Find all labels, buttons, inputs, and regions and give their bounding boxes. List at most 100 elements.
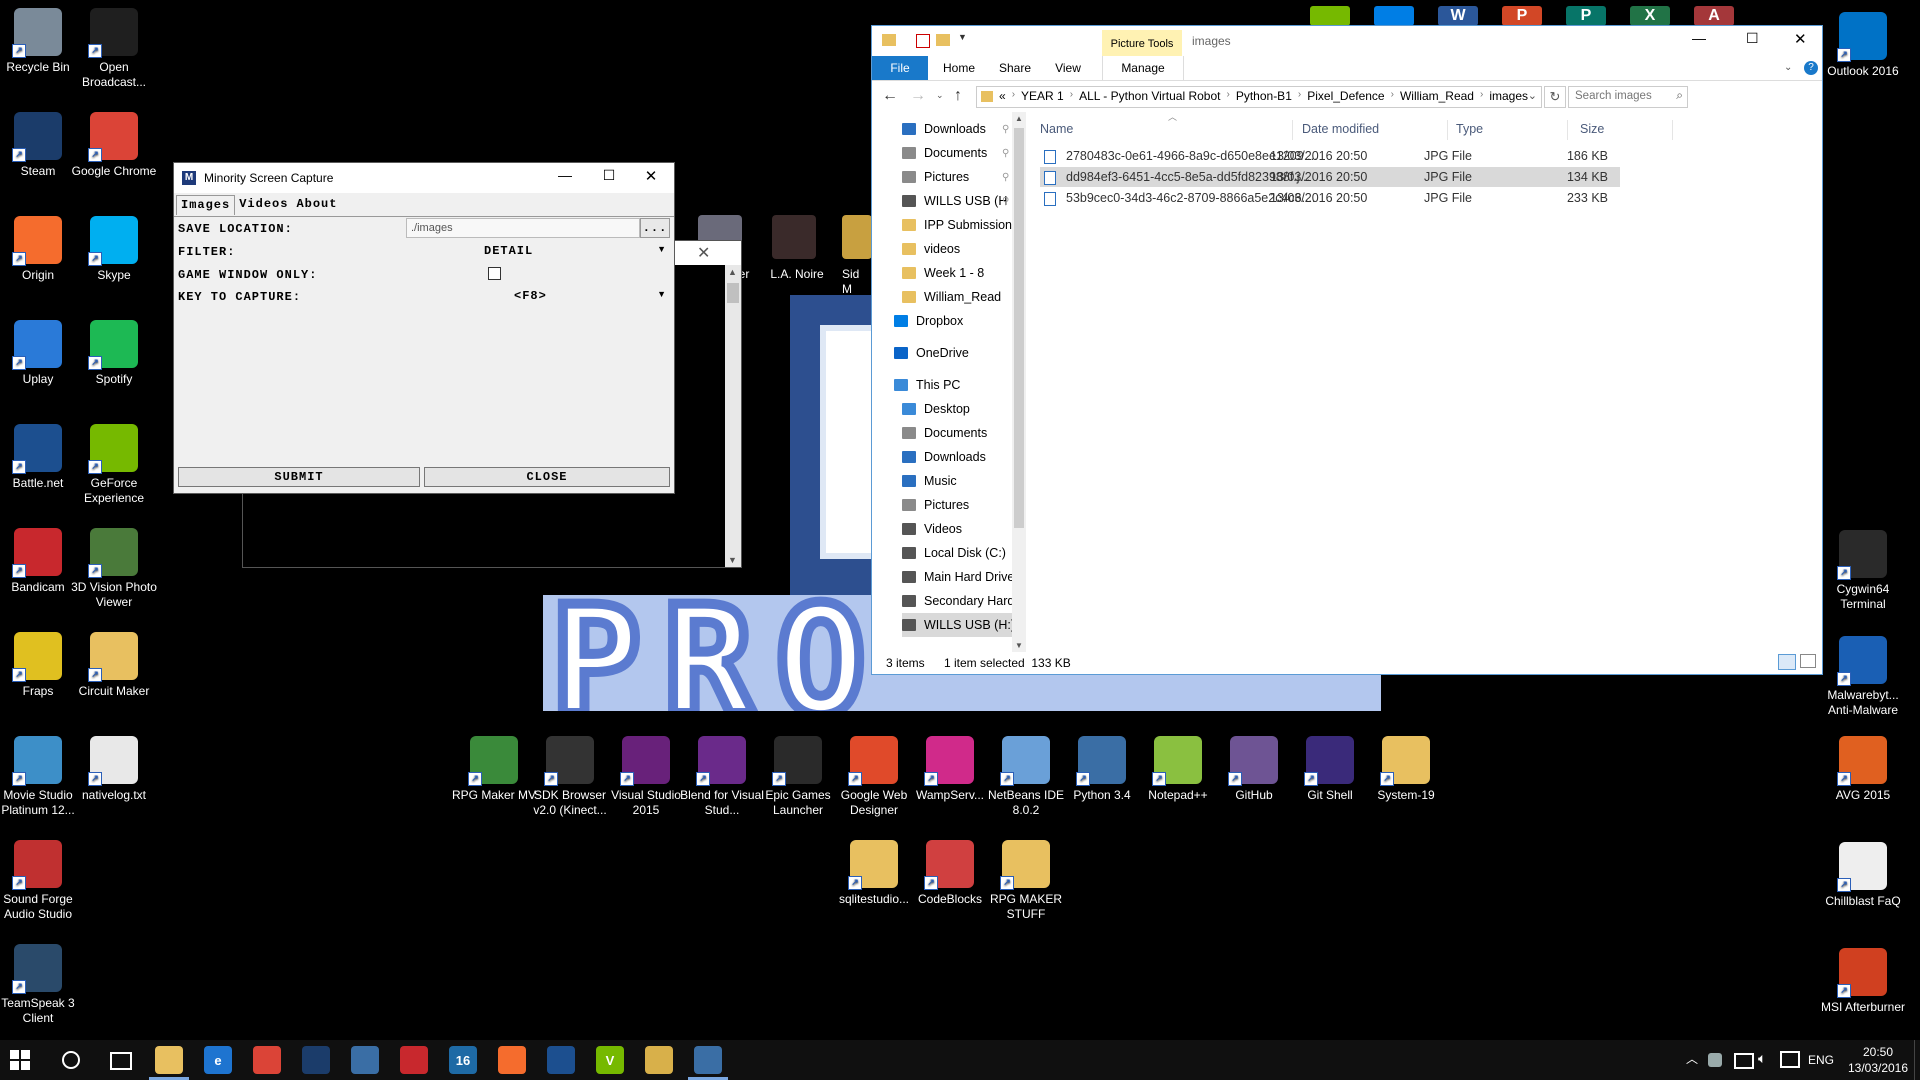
desktop-icon[interactable]: ↗ NetBeans IDE 8.0.2 (983, 736, 1069, 818)
refresh-icon[interactable]: ↻ (1544, 86, 1566, 108)
scroll-thumb[interactable] (1014, 128, 1024, 528)
battlenet-icon[interactable] (547, 1046, 575, 1074)
civilization-icon[interactable] (842, 215, 872, 259)
desktop-icon[interactable]: ↗ Uplay (0, 320, 81, 387)
tab-view[interactable]: View (1046, 56, 1090, 80)
browse-button[interactable]: ... (640, 218, 670, 238)
python-app-icon[interactable] (694, 1046, 722, 1074)
desktop-icon[interactable]: ↗ RPG Maker MV (451, 736, 537, 803)
nav-item[interactable]: Downloads ⚲ (902, 117, 1009, 141)
tray-icon-1[interactable] (1708, 1053, 1722, 1067)
breadcrumb-item[interactable]: images (1489, 89, 1528, 103)
help-icon[interactable]: ? (1804, 61, 1818, 75)
file-explorer-icon[interactable] (155, 1046, 183, 1074)
nav-item[interactable]: Music (902, 469, 957, 493)
desktop-icon[interactable]: ↗ nativelog.txt (71, 736, 157, 803)
address-bar[interactable]: « › YEAR 1 › ALL - Python Virtual Robot › Pyth… (976, 86, 1542, 108)
scroll-down-icon[interactable]: ▼ (728, 555, 737, 565)
desktop-icon[interactable]: ↗ Origin (0, 216, 81, 283)
desktop-icon[interactable]: ↗ AVG 2015 (1820, 736, 1906, 803)
tab-home[interactable]: Home (934, 56, 984, 80)
tray-chevron-icon[interactable]: ︿ (1686, 1050, 1698, 1067)
vectorworks-icon[interactable]: V (596, 1046, 624, 1074)
volume-icon[interactable]: 🔈︎ (1758, 1050, 1766, 1067)
tab-file[interactable]: File (872, 56, 928, 80)
task-view-button[interactable] (110, 1052, 132, 1070)
nav-scrollbar[interactable]: ▲ ▼ (1012, 112, 1026, 652)
close-button[interactable]: ✕ (1794, 30, 1807, 48)
nav-item[interactable]: videos (902, 237, 960, 261)
desktop-icon[interactable]: ↗ SDK Browser v2.0 (Kinect... (527, 736, 613, 818)
close-icon[interactable]: ✕ (697, 243, 710, 263)
background-window-titlebar[interactable]: ✕ (673, 241, 741, 265)
desktop-icon[interactable]: ↗ Outlook 2016 (1820, 12, 1906, 79)
steam-icon[interactable] (302, 1046, 330, 1074)
desktop-icon[interactable]: ↗ Fraps (0, 632, 81, 699)
desktop-icon[interactable]: ↗ Battle.net (0, 424, 81, 491)
expand-ribbon-icon[interactable]: ⌄ (1784, 62, 1792, 73)
breadcrumb-item[interactable]: « (999, 89, 1006, 103)
key-select[interactable]: <F8> ▼ (474, 286, 668, 304)
close-button[interactable]: ✕ (636, 167, 666, 189)
tab-images[interactable]: Images (176, 195, 236, 215)
nav-item[interactable]: Secondary Hard (902, 589, 1014, 613)
column-date[interactable]: Date modified (1302, 122, 1379, 136)
desktop-icon[interactable]: ↗ GeForce Experience (71, 424, 157, 506)
minimize-button[interactable]: — (550, 167, 580, 189)
nav-item[interactable]: IPP Submission (902, 213, 1012, 237)
nav-item[interactable]: Dropbox (894, 309, 963, 333)
new-folder-icon[interactable] (936, 34, 950, 46)
nav-item[interactable]: Documents ⚲ (902, 141, 1009, 165)
language-indicator[interactable]: ENG (1808, 1053, 1834, 1067)
desktop-icon[interactable]: ↗ Steam (0, 112, 81, 179)
scroll-thumb[interactable] (727, 283, 739, 303)
tab-videos[interactable]: Videos (235, 195, 292, 215)
nav-item[interactable]: Documents (902, 421, 987, 445)
nav-item[interactable]: This PC (894, 373, 960, 397)
nav-item[interactable]: William_Read (902, 285, 1001, 309)
large-icons-view-icon[interactable] (1800, 654, 1816, 668)
file-row[interactable]: dd984ef3-6451-4cc5-8e5a-dd5fd823988f.j..… (1040, 167, 1620, 187)
nav-item[interactable]: WILLS USB (H:) (902, 613, 1020, 637)
nav-item[interactable]: OneDrive (894, 341, 969, 365)
column-name[interactable]: Name (1040, 122, 1073, 136)
game-window-checkbox[interactable] (488, 267, 501, 280)
desktop-icon[interactable]: ↗ 3D Vision Photo Viewer (71, 528, 157, 610)
quick-access-chevron-icon[interactable]: ▼ (958, 32, 967, 42)
app-green-icon[interactable] (1310, 6, 1350, 26)
desktop-icon[interactable]: ↗ Recycle Bin (0, 8, 81, 75)
breadcrumb-item[interactable]: Pixel_Defence (1307, 89, 1384, 103)
desktop-icon[interactable]: ↗ Git Shell (1287, 736, 1373, 803)
nav-item[interactable]: Videos (902, 517, 962, 541)
column-size[interactable]: Size (1580, 122, 1604, 136)
tab-manage[interactable]: Manage (1102, 56, 1184, 80)
minimize-button[interactable]: — (1692, 30, 1706, 46)
desktop-icon[interactable]: ↗ GitHub (1211, 736, 1297, 803)
background-window-scrollbar[interactable]: ▲ ▼ (725, 265, 741, 567)
chrome-icon[interactable] (253, 1046, 281, 1074)
scroll-up-icon[interactable]: ▲ (728, 267, 737, 277)
submit-button[interactable]: SUBMIT (178, 467, 420, 487)
capture-window-titlebar[interactable]: M Minority Screen Capture — ☐ ✕ (174, 163, 674, 193)
scroll-down-icon[interactable]: ▼ (1015, 641, 1023, 650)
filter-select[interactable]: DETAIL ▼ (474, 241, 668, 259)
scroll-up-icon[interactable]: ▲ (1015, 114, 1023, 123)
clock[interactable]: 20:50 13/03/2016 (1846, 1044, 1910, 1076)
breadcrumb-item[interactable]: Python-B1 (1236, 89, 1292, 103)
save-location-input[interactable]: ./images (406, 218, 640, 238)
nav-item[interactable]: WILLS USB (H ⚲ (902, 189, 1009, 213)
access-icon[interactable]: A (1694, 6, 1734, 26)
desktop-icon[interactable]: ↗ Google Web Designer (831, 736, 917, 818)
desktop-icon[interactable]: ↗ Cygwin64 Terminal (1820, 530, 1906, 612)
tab-share[interactable]: Share (990, 56, 1040, 80)
desktop-icon[interactable]: ↗ Notepad++ (1135, 736, 1221, 803)
desktop-icon[interactable]: ↗ Malwarebyt... Anti-Malware (1820, 636, 1906, 718)
nav-item[interactable]: Pictures ⚲ (902, 165, 1009, 189)
back-icon[interactable]: ← (882, 87, 898, 105)
desktop-icon[interactable]: ↗ Sound Forge Audio Studio (0, 840, 81, 922)
tab-about[interactable]: About (292, 195, 341, 215)
forward-icon[interactable]: → (910, 87, 926, 105)
desktop-icon[interactable]: ↗ Chillblast FaQ (1820, 842, 1906, 909)
excel-icon[interactable]: X (1630, 6, 1670, 26)
breadcrumb-item[interactable]: ALL - Python Virtual Robot (1079, 89, 1220, 103)
